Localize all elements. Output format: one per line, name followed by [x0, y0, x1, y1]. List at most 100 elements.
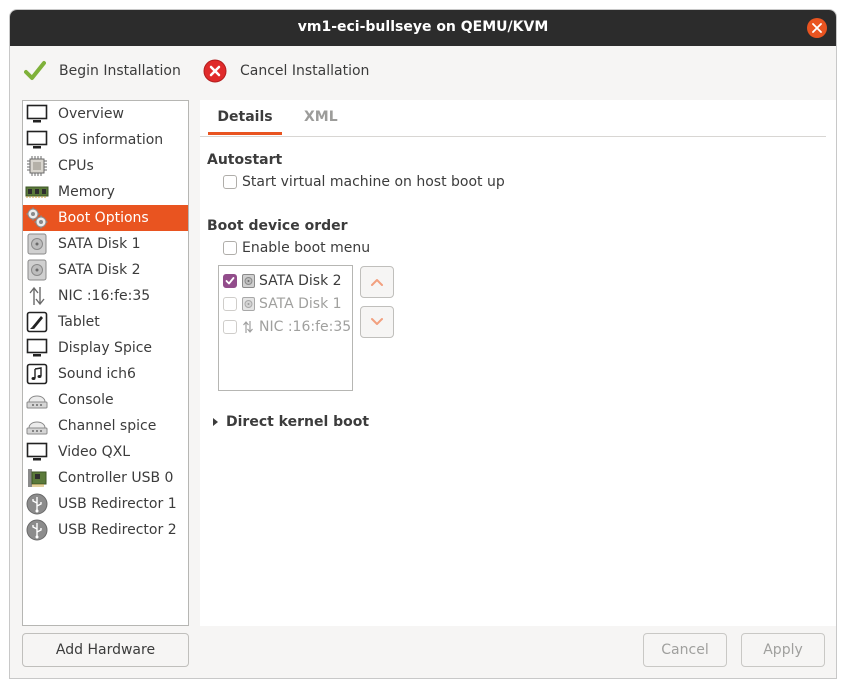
monitor-icon: [25, 337, 49, 359]
begin-installation-button[interactable]: Begin Installation: [24, 57, 181, 85]
checkmark-icon: [24, 61, 46, 80]
sidebar-item-label: Display Spice: [58, 340, 153, 356]
sidebar-item-label: USB Redirector 1: [58, 496, 177, 512]
pci-card-icon: [25, 467, 49, 489]
enable-boot-menu-label: Enable boot menu: [242, 240, 371, 256]
usb-icon: [25, 519, 49, 541]
memory-icon: [25, 181, 49, 203]
sidebar-item-label: NIC :16:fe:35: [58, 288, 151, 304]
chevron-down-icon: [371, 318, 383, 325]
sound-icon: [25, 363, 49, 385]
begin-installation-label: Begin Installation: [59, 63, 181, 79]
boot-device-sata-disk-1[interactable]: SATA Disk 1: [223, 296, 342, 312]
boot-device-nic[interactable]: NIC :16:fe:35: [223, 319, 351, 335]
direct-kernel-boot-expander[interactable]: Direct kernel boot: [212, 414, 369, 430]
serial-icon: [25, 415, 49, 437]
disk-icon: [241, 274, 255, 288]
sidebar-item-label: CPUs: [58, 158, 94, 174]
disk-icon: [241, 297, 255, 311]
boot-order-heading: Boot device order: [207, 218, 348, 234]
sidebar-item-os-information[interactable]: OS information: [23, 127, 188, 153]
window: vm1-eci-bullseye on QEMU/KVM Begin Insta…: [9, 9, 837, 679]
sidebar-item-label: Tablet: [58, 314, 100, 330]
network-icon: [241, 320, 255, 334]
sidebar-item-label: OS information: [58, 132, 164, 148]
move-down-button[interactable]: [360, 306, 394, 338]
close-button[interactable]: [807, 18, 827, 38]
boot-device-label: SATA Disk 1: [259, 296, 342, 312]
sidebar-item-sound[interactable]: Sound ich6: [23, 361, 188, 387]
expander-arrow-icon: [213, 418, 218, 426]
sidebar-item-label: SATA Disk 1: [58, 236, 141, 252]
cancel-installation-label: Cancel Installation: [240, 63, 370, 79]
apply-button[interactable]: Apply: [741, 633, 825, 667]
cancel-installation-button[interactable]: Cancel Installation: [203, 57, 369, 85]
sidebar-item-display-spice[interactable]: Display Spice: [23, 335, 188, 361]
sidebar-item-cpus[interactable]: CPUs: [23, 153, 188, 179]
boot-device-list: SATA Disk 2 SATA Disk 1 NIC :16:fe:35: [218, 265, 353, 391]
hardware-list: Overview OS information CPUs Memory Boot…: [22, 100, 189, 626]
sidebar-item-label: Boot Options: [58, 210, 149, 226]
gears-icon: [25, 207, 49, 229]
tab-bar: Details XML: [200, 100, 826, 137]
monitor-icon: [25, 103, 49, 125]
boot-device-checkbox[interactable]: [223, 320, 237, 334]
details-pane: Details XML Autostart Start virtual mach…: [200, 100, 836, 626]
sidebar-item-channel-spice[interactable]: Channel spice: [23, 413, 188, 439]
sidebar-item-label: Sound ich6: [58, 366, 136, 382]
sidebar-item-memory[interactable]: Memory: [23, 179, 188, 205]
title-bar[interactable]: vm1-eci-bullseye on QEMU/KVM: [10, 10, 836, 46]
autostart-heading: Autostart: [207, 152, 283, 168]
tab-details[interactable]: Details: [208, 109, 282, 135]
monitor-icon: [25, 441, 49, 463]
chevron-up-icon: [371, 279, 383, 286]
move-up-button[interactable]: [360, 266, 394, 298]
usb-icon: [25, 493, 49, 515]
sidebar-item-label: Memory: [58, 184, 115, 200]
sidebar-item-sata-disk-2[interactable]: SATA Disk 2: [23, 257, 188, 283]
sidebar-item-usb-redirector-2[interactable]: USB Redirector 2: [23, 517, 188, 543]
boot-device-checkbox[interactable]: [223, 274, 237, 288]
close-icon: [812, 23, 822, 33]
toolbar: Begin Installation Cancel Installation: [10, 46, 836, 98]
sidebar-item-label: Video QXL: [58, 444, 131, 460]
cancel-button[interactable]: Cancel: [643, 633, 727, 667]
sidebar-item-label: USB Redirector 2: [58, 522, 177, 538]
sidebar-item-label: Controller USB 0: [58, 470, 174, 486]
autostart-checkbox-label: Start virtual machine on host boot up: [242, 174, 505, 190]
sidebar-item-usb-redirector-1[interactable]: USB Redirector 1: [23, 491, 188, 517]
enable-boot-menu-checkbox[interactable]: [223, 241, 237, 255]
disk-icon: [25, 259, 49, 281]
sidebar-item-label: Channel spice: [58, 418, 157, 434]
tablet-icon: [25, 311, 49, 333]
sidebar-item-controller-usb[interactable]: Controller USB 0: [23, 465, 188, 491]
serial-icon: [25, 389, 49, 411]
sidebar-item-label: SATA Disk 2: [58, 262, 141, 278]
disk-icon: [25, 233, 49, 255]
boot-device-label: NIC :16:fe:35: [259, 319, 352, 335]
sidebar-item-sata-disk-1[interactable]: SATA Disk 1: [23, 231, 188, 257]
check-icon: [225, 277, 235, 285]
cancel-icon: [203, 59, 227, 83]
sidebar-item-nic[interactable]: NIC :16:fe:35: [23, 283, 188, 309]
boot-device-checkbox[interactable]: [223, 297, 237, 311]
autostart-checkbox-row[interactable]: Start virtual machine on host boot up: [223, 174, 505, 190]
boot-device-sata-disk-2[interactable]: SATA Disk 2: [223, 273, 342, 289]
direct-kernel-boot-label: Direct kernel boot: [226, 414, 370, 430]
monitor-icon: [25, 129, 49, 151]
autostart-checkbox[interactable]: [223, 175, 237, 189]
sidebar-item-label: Overview: [58, 106, 124, 122]
network-icon: [25, 285, 49, 307]
tab-xml[interactable]: XML: [304, 109, 338, 125]
cpu-icon: [25, 155, 49, 177]
boot-device-label: SATA Disk 2: [259, 273, 342, 289]
sidebar-item-label: Console: [58, 392, 114, 408]
enable-boot-menu-row[interactable]: Enable boot menu: [223, 240, 370, 256]
sidebar-item-overview[interactable]: Overview: [23, 101, 188, 127]
sidebar-item-video-qxl[interactable]: Video QXL: [23, 439, 188, 465]
sidebar-item-boot-options[interactable]: Boot Options: [23, 205, 188, 231]
window-title: vm1-eci-bullseye on QEMU/KVM: [297, 19, 549, 35]
sidebar-item-console[interactable]: Console: [23, 387, 188, 413]
add-hardware-button[interactable]: Add Hardware: [22, 633, 189, 667]
sidebar-item-tablet[interactable]: Tablet: [23, 309, 188, 335]
